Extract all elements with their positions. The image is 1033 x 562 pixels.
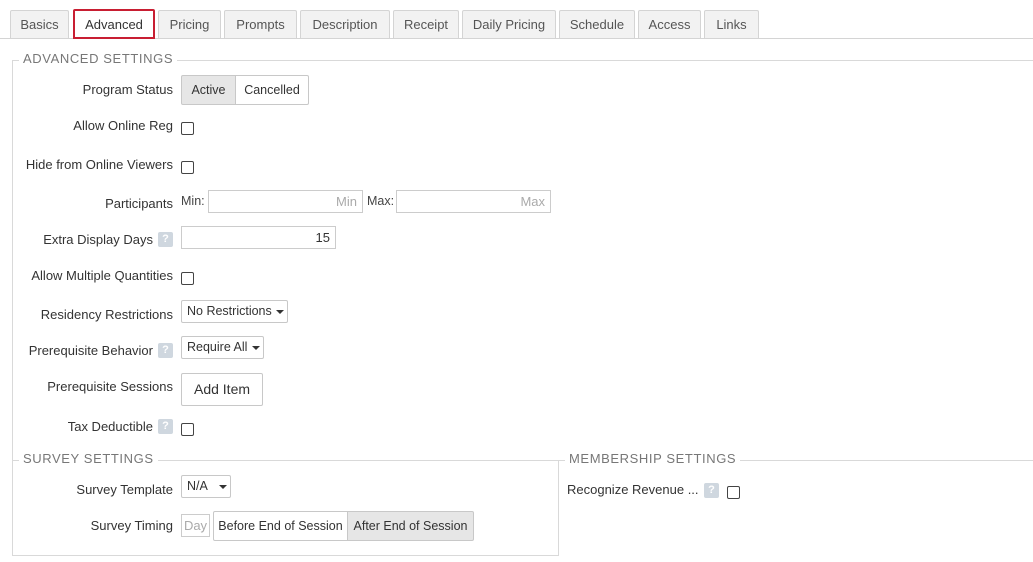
tab-links[interactable]: Links [704,10,759,38]
chevron-down-icon [219,485,227,489]
prerequisite-behavior-help-icon[interactable]: ? [158,343,173,358]
participants-max-label: Max: [367,194,395,208]
program-status-label: Program Status [82,82,173,97]
program-status-cancelled-button[interactable]: Cancelled [235,75,309,105]
tax-deductible-help-icon[interactable]: ? [158,419,173,434]
hide-online-viewers-checkbox[interactable] [181,161,194,174]
tab-receipt[interactable]: Receipt [393,10,459,38]
chevron-down-icon [276,310,284,314]
recognize-revenue-checkbox[interactable] [727,486,740,499]
tab-basics[interactable]: Basics [10,10,69,38]
extra-display-days-input[interactable]: 15 [181,226,336,249]
prerequisite-sessions-label: Prerequisite Sessions [47,379,173,394]
tab-schedule[interactable]: Schedule [559,10,635,38]
participants-min-input[interactable]: Min [208,190,363,213]
residency-restrictions-value: No Restrictions [187,304,272,318]
recognize-revenue-help-icon[interactable]: ? [704,483,719,498]
survey-settings-section [12,460,559,556]
survey-timing-label: Survey Timing [90,518,173,533]
participants-label: Participants [105,196,173,211]
tax-deductible-label: Tax Deductible [67,419,153,434]
participants-min-label: Min: [181,194,205,208]
membership-settings-section [558,460,1033,556]
survey-timing-after-button[interactable]: After End of Session [347,511,474,541]
survey-template-label: Survey Template [76,482,173,497]
tab-advanced[interactable]: Advanced [73,9,155,39]
residency-restrictions-select[interactable]: No Restrictions [181,300,288,323]
tab-description[interactable]: Description [300,10,390,38]
allow-online-reg-label: Allow Online Reg [73,118,173,133]
tab-access[interactable]: Access [638,10,701,38]
prerequisite-behavior-value: Require All [187,340,248,354]
prerequisite-behavior-select[interactable]: Require All [181,336,264,359]
allow-multiple-quantities-label: Allow Multiple Quantities [31,268,173,283]
allow-multiple-quantities-checkbox[interactable] [181,272,194,285]
extra-display-days-label: Extra Display Days [43,232,153,247]
tax-deductible-checkbox[interactable] [181,423,194,436]
residency-restrictions-label: Residency Restrictions [40,307,173,322]
survey-timing-before-button[interactable]: Before End of Session [213,511,348,541]
membership-settings-legend: MEMBERSHIP SETTINGS [565,451,741,467]
survey-timing-day-input[interactable]: Day [181,514,210,537]
advanced-settings-legend: ADVANCED SETTINGS [19,51,178,67]
tab-daily-pricing[interactable]: Daily Pricing [462,10,556,38]
hide-online-viewers-label: Hide from Online Viewers [25,157,173,172]
tab-prompts[interactable]: Prompts [224,10,297,38]
survey-settings-legend: SURVEY SETTINGS [19,451,158,467]
prerequisite-behavior-label: Prerequisite Behavior [28,343,153,358]
recognize-revenue-label: Recognize Revenue ... [567,482,699,497]
survey-template-value: N/A [187,479,208,493]
allow-online-reg-checkbox[interactable] [181,122,194,135]
extra-display-days-help-icon[interactable]: ? [158,232,173,247]
add-item-button[interactable]: Add Item [181,373,263,406]
chevron-down-icon [252,346,260,350]
participants-max-input[interactable]: Max [396,190,551,213]
tab-pricing[interactable]: Pricing [158,10,221,38]
survey-template-select[interactable]: N/A [181,475,231,498]
program-status-active-button[interactable]: Active [181,75,236,105]
